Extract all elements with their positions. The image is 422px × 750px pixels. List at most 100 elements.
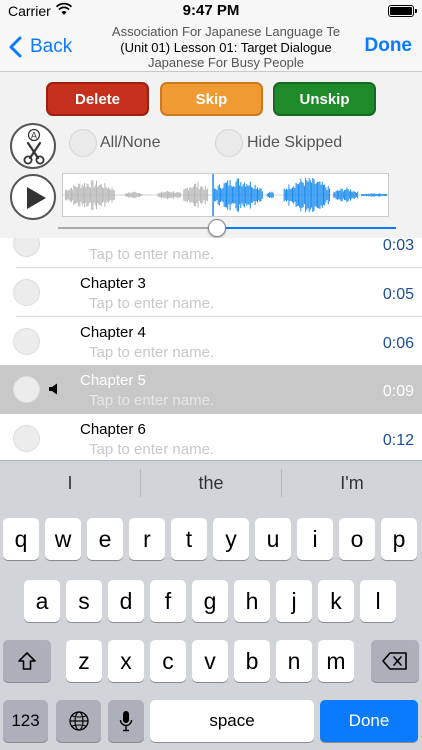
chapter-row[interactable]: Chapter 4 Tap to enter name. 0:06 xyxy=(0,317,422,366)
chapter-row[interactable]: Tap to enter name. 0:03 xyxy=(0,238,422,268)
chapter-duration: 0:03 xyxy=(382,238,414,254)
key-x[interactable]: x xyxy=(108,640,144,682)
key-y[interactable]: y xyxy=(213,518,249,560)
key-i[interactable]: i xyxy=(297,518,333,560)
navigation-bar: Back Association For Japanese Language T… xyxy=(0,22,422,72)
all-none-label: All/None xyxy=(100,134,161,151)
chapter-select-circle[interactable] xyxy=(13,279,40,306)
clock: 9:47 PM xyxy=(182,2,240,19)
key-n[interactable]: n xyxy=(276,640,312,682)
key-o[interactable]: o xyxy=(339,518,375,560)
chapter-duration: 0:06 xyxy=(382,335,414,352)
split-chapter-button[interactable]: A xyxy=(10,123,56,169)
chapter-controls-panel: Delete Skip Unskip A All/None Hide Skipp… xyxy=(0,72,422,238)
play-button[interactable] xyxy=(10,174,56,220)
key-z[interactable]: z xyxy=(66,640,102,682)
unskip-button[interactable]: Unskip xyxy=(273,82,376,116)
key-g[interactable]: g xyxy=(192,580,228,622)
suggestion-bar: I the I'm xyxy=(0,460,422,504)
chapter-select-circle[interactable] xyxy=(13,238,40,257)
chapter-title: Chapter 4 xyxy=(80,324,146,341)
done-button[interactable]: Done xyxy=(365,35,413,57)
suggestion-1[interactable]: I xyxy=(0,461,140,505)
suggestion-3[interactable]: I'm xyxy=(282,461,422,505)
slider-track-played xyxy=(58,227,208,229)
title-book: Japanese For Busy People xyxy=(147,55,305,70)
hide-skipped-label: Hide Skipped xyxy=(247,134,343,151)
key-m[interactable]: m xyxy=(318,640,354,682)
back-button[interactable]: Back xyxy=(8,32,72,62)
page-title: Association For Japanese Language Te (Un… xyxy=(100,24,352,71)
key-f[interactable]: f xyxy=(150,580,186,622)
waveform-graphic xyxy=(63,174,388,216)
key-d[interactable]: d xyxy=(108,580,144,622)
shift-key[interactable] xyxy=(3,640,51,682)
key-t[interactable]: t xyxy=(171,518,207,560)
scissors-icon: A xyxy=(23,128,45,165)
slider-track-remaining xyxy=(226,227,396,229)
chapter-name-placeholder[interactable]: Tap to enter name. xyxy=(89,441,214,458)
chapter-duration: 0:12 xyxy=(382,432,414,449)
chapter-title: Chapter 5 xyxy=(80,372,146,389)
slider-thumb[interactable] xyxy=(208,219,226,237)
key-a[interactable]: a xyxy=(24,580,60,622)
title-lesson: (Unit 01) Lesson 01: Target Dialogue xyxy=(120,39,332,55)
shift-icon xyxy=(18,652,36,670)
svg-text:A: A xyxy=(31,132,38,142)
chapter-title: Chapter 6 xyxy=(80,421,146,438)
back-label: Back xyxy=(30,36,73,57)
key-s[interactable]: s xyxy=(66,580,102,622)
chapter-name-placeholder[interactable]: Tap to enter name. xyxy=(89,295,214,312)
backspace-key[interactable] xyxy=(371,640,419,682)
chapter-name-placeholder[interactable]: Tap to enter name. xyxy=(89,246,214,263)
key-k[interactable]: k xyxy=(318,580,354,622)
chapter-row-selected[interactable]: Chapter 5 Tap to enter name. 0:09 xyxy=(0,365,422,414)
playback-slider[interactable] xyxy=(58,219,396,237)
key-q[interactable]: q xyxy=(3,518,39,560)
chapter-list: Tap to enter name. 0:03 Chapter 3 Tap to… xyxy=(0,238,422,460)
skip-button[interactable]: Skip xyxy=(160,82,263,116)
audio-waveform[interactable] xyxy=(62,173,389,217)
key-w[interactable]: w xyxy=(45,518,81,560)
chapter-duration: 0:05 xyxy=(382,286,414,303)
chevron-left-icon xyxy=(9,36,22,58)
dictation-key[interactable] xyxy=(108,700,144,742)
chapter-name-placeholder[interactable]: Tap to enter name. xyxy=(89,392,214,409)
globe-key[interactable] xyxy=(56,700,101,742)
app-screen: Carrier 9:47 PM Back Association For Jap… xyxy=(0,0,422,750)
play-icon xyxy=(27,187,46,209)
key-r[interactable]: r xyxy=(129,518,165,560)
chapter-row[interactable]: Chapter 6 Tap to enter name. 0:12 xyxy=(0,414,422,460)
backspace-icon xyxy=(382,652,407,670)
numbers-key[interactable]: 123 xyxy=(3,700,48,742)
battery-icon xyxy=(388,5,417,17)
chapter-name-placeholder[interactable]: Tap to enter name. xyxy=(89,344,214,361)
key-p[interactable]: p xyxy=(381,518,417,560)
suggestion-2[interactable]: the xyxy=(141,461,281,505)
key-h[interactable]: h xyxy=(234,580,270,622)
speaker-icon xyxy=(49,383,57,395)
key-u[interactable]: u xyxy=(255,518,291,560)
space-key[interactable]: space xyxy=(150,700,314,742)
chapter-duration: 0:09 xyxy=(382,383,414,400)
keyboard: I the I'm q w e r t y u i o p a s d f g … xyxy=(0,460,422,750)
key-l[interactable]: l xyxy=(360,580,396,622)
chapter-row[interactable]: Chapter 3 Tap to enter name. 0:05 xyxy=(0,268,422,317)
status-bar: Carrier 9:47 PM xyxy=(0,0,422,22)
all-none-radio[interactable] xyxy=(69,129,97,157)
chapter-select-circle[interactable] xyxy=(13,425,40,452)
chapter-select-circle[interactable] xyxy=(13,376,40,403)
globe-icon xyxy=(68,711,89,731)
hide-skipped-radio[interactable] xyxy=(215,129,243,157)
chapter-select-circle[interactable] xyxy=(13,328,40,355)
chapter-title: Chapter 3 xyxy=(80,275,146,292)
key-e[interactable]: e xyxy=(87,518,123,560)
key-v[interactable]: v xyxy=(192,640,228,682)
key-c[interactable]: c xyxy=(150,640,186,682)
delete-button[interactable]: Delete xyxy=(46,82,149,116)
keyboard-done-key[interactable]: Done xyxy=(320,700,418,742)
key-b[interactable]: b xyxy=(234,640,270,682)
key-j[interactable]: j xyxy=(276,580,312,622)
microphone-icon xyxy=(119,711,133,732)
title-publisher: Association For Japanese Language Te xyxy=(111,24,341,39)
